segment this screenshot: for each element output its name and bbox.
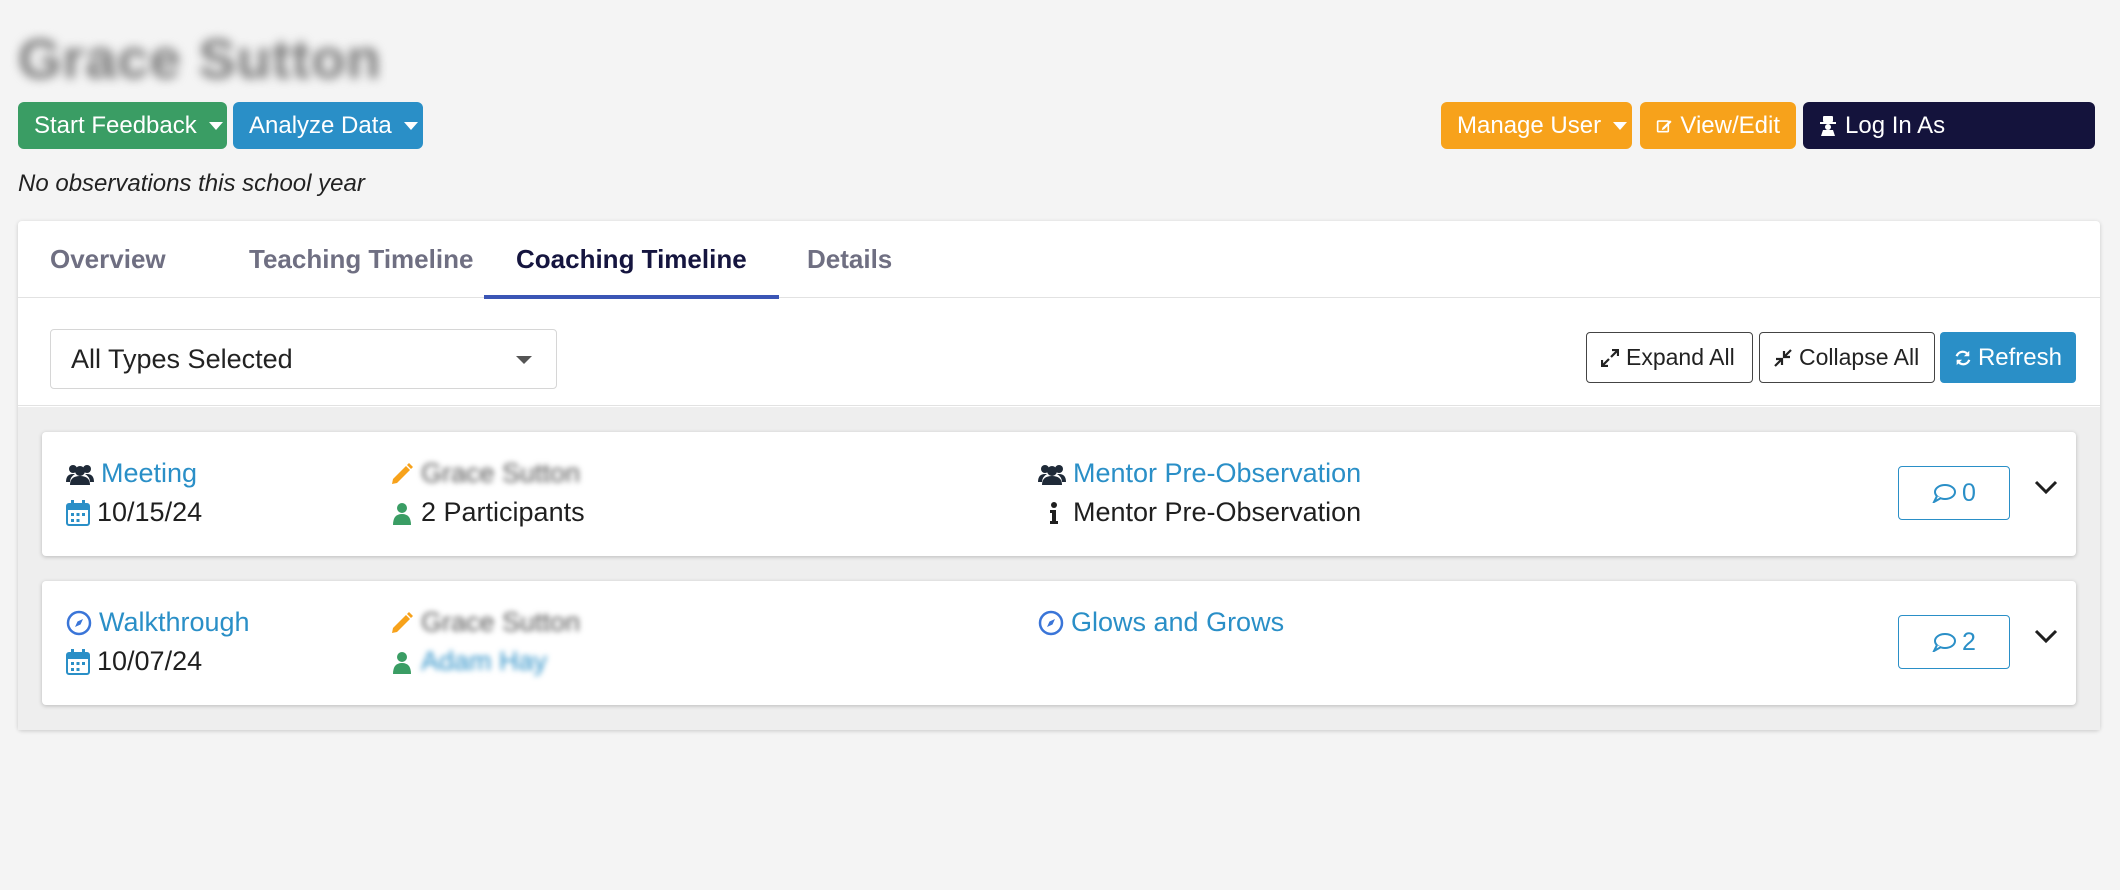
tab-overview[interactable]: Overview bbox=[18, 221, 198, 298]
compress-icon bbox=[1774, 348, 1792, 367]
chevron-down-icon[interactable] bbox=[2034, 479, 2058, 495]
comment-count: 0 bbox=[1962, 478, 1976, 507]
info-icon bbox=[1050, 501, 1058, 524]
edit-icon bbox=[1656, 119, 1672, 133]
user-icon bbox=[393, 502, 411, 525]
coaching-timeline-list: Meeting 10/15/24 Grace Sutton 2 Particip… bbox=[18, 407, 2100, 730]
compass-icon bbox=[66, 610, 92, 635]
refresh-button[interactable]: Refresh bbox=[1940, 332, 2076, 383]
manage-user-button[interactable]: Manage User bbox=[1441, 102, 1632, 149]
user-name-heading: Grace Sutton bbox=[18, 27, 382, 90]
timeline-item-type-link[interactable]: Walkthrough bbox=[99, 607, 250, 638]
analyze-data-label: Analyze Data bbox=[249, 111, 392, 139]
timeline-item-date: 10/07/24 bbox=[97, 646, 203, 676]
user-secret-icon bbox=[1820, 115, 1836, 136]
expand-icon bbox=[1601, 348, 1619, 367]
manage-user-label: Manage User bbox=[1457, 111, 1602, 139]
expand-all-label: Expand All bbox=[1626, 344, 1735, 370]
expand-all-button[interactable]: Expand All bbox=[1586, 332, 1753, 383]
calendar-icon bbox=[66, 499, 90, 526]
type-filter-value: All Types Selected bbox=[71, 343, 293, 374]
timeline-item-date: 10/15/24 bbox=[97, 497, 203, 527]
comment-icon bbox=[1932, 484, 1957, 503]
user-icon bbox=[393, 651, 411, 674]
timeline-item: Walkthrough 10/07/24 Grace Sutton Adam H… bbox=[42, 581, 2076, 705]
analyze-data-button[interactable]: Analyze Data bbox=[233, 102, 423, 149]
comment-count: 2 bbox=[1962, 627, 1976, 656]
caret-down-icon bbox=[1613, 121, 1628, 130]
compass-icon bbox=[1038, 610, 1064, 635]
timeline-item-participant-link[interactable]: Adam Hay bbox=[421, 646, 547, 677]
tab-teaching-timeline[interactable]: Teaching Timeline bbox=[217, 221, 505, 298]
tab-coaching-timeline[interactable]: Coaching Timeline bbox=[484, 221, 779, 299]
caret-down-icon bbox=[516, 356, 532, 364]
comments-button[interactable]: 2 bbox=[1898, 615, 2010, 669]
timeline-item-author: Grace Sutton bbox=[421, 458, 581, 488]
pencil-icon bbox=[392, 611, 413, 633]
caret-down-icon bbox=[403, 121, 418, 130]
timeline-item-form-link[interactable]: Mentor Pre-Observation bbox=[1073, 458, 1361, 489]
chevron-down-icon[interactable] bbox=[2034, 628, 2058, 644]
log-in-as-label: Log In As bbox=[1845, 111, 1946, 139]
start-feedback-label: Start Feedback bbox=[34, 111, 197, 139]
start-feedback-button[interactable]: Start Feedback bbox=[18, 102, 227, 149]
view-edit-label: View/Edit bbox=[1680, 111, 1780, 139]
refresh-label: Refresh bbox=[1977, 343, 2062, 371]
users-icon bbox=[1038, 464, 1066, 485]
type-filter-select[interactable]: All Types Selected bbox=[50, 329, 557, 389]
timeline-item: Meeting 10/15/24 Grace Sutton 2 Particip… bbox=[42, 432, 2076, 556]
collapse-all-button[interactable]: Collapse All bbox=[1759, 332, 1935, 383]
comments-button[interactable]: 0 bbox=[1898, 466, 2010, 520]
caret-down-icon bbox=[208, 121, 223, 130]
tab-bar: Overview Teaching Timeline Coaching Time… bbox=[18, 221, 2100, 299]
no-observations-note: No observations this school year bbox=[18, 170, 365, 197]
view-edit-button[interactable]: View/Edit bbox=[1640, 102, 1796, 149]
refresh-icon bbox=[1955, 350, 1971, 365]
filter-bar: All Types Selected Expand All Collapse A… bbox=[18, 298, 2100, 406]
user-profile-card: Overview Teaching Timeline Coaching Time… bbox=[18, 221, 2100, 730]
timeline-item-participants: 2 Participants bbox=[421, 497, 585, 527]
collapse-all-label: Collapse All bbox=[1799, 344, 1920, 370]
calendar-icon bbox=[66, 648, 90, 675]
timeline-item-form-link[interactable]: Glows and Grows bbox=[1071, 607, 1284, 638]
timeline-item-type-link[interactable]: Meeting bbox=[101, 458, 197, 489]
log-in-as-button[interactable]: Log In As bbox=[1803, 102, 2095, 149]
comment-icon bbox=[1932, 633, 1957, 652]
users-icon bbox=[66, 464, 94, 485]
timeline-item-info: Mentor Pre-Observation bbox=[1073, 497, 1362, 527]
pencil-icon bbox=[392, 462, 413, 484]
tab-details[interactable]: Details bbox=[775, 221, 924, 298]
timeline-item-author: Grace Sutton bbox=[421, 607, 581, 637]
